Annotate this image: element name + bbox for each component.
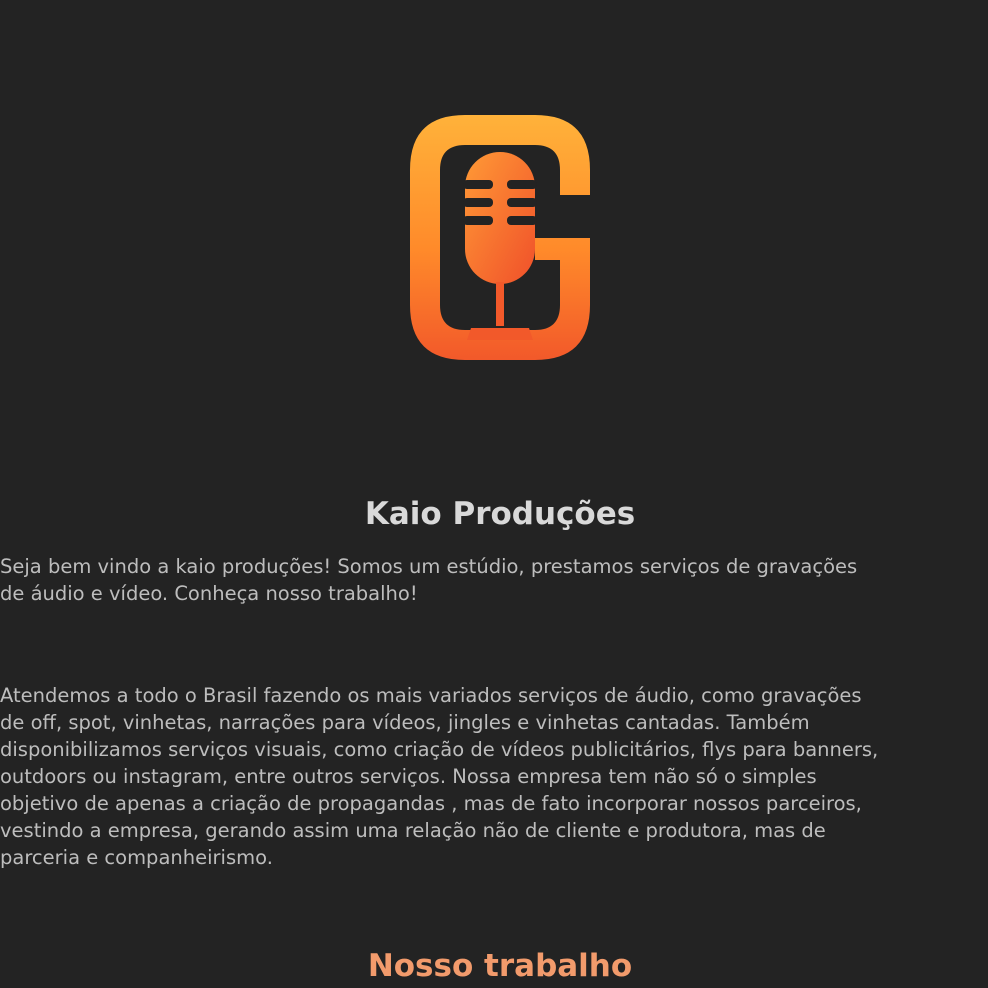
logo [405, 110, 595, 365]
intro-paragraph: Seja bem vindo a kaio produções! Somos u… [0, 553, 988, 607]
page-title: Kaio Produções [364, 496, 636, 532]
about-line: de off, spot, vinhetas, narrações para v… [0, 711, 810, 734]
about-line: disponibilizamos serviços visuais, como … [0, 738, 879, 761]
microphone-g-icon [410, 115, 590, 360]
about-line: Atendemos a todo o Brasil fazendo os mai… [0, 684, 862, 707]
about-line: objetivo de apenas a criação de propagan… [0, 792, 862, 815]
about-paragraph: Atendemos a todo o Brasil fazendo os mai… [0, 682, 988, 871]
about-line: outdoors ou instagram, entre outros serv… [0, 765, 817, 788]
intro-line: Seja bem vindo a kaio produções! Somos u… [0, 555, 858, 578]
about-line: vestindo a empresa, gerando assim uma re… [0, 819, 826, 842]
about-line: parceria e companheirismo. [0, 846, 273, 869]
intro-line: de áudio e vídeo. Conheça nosso trabalho… [0, 582, 418, 605]
section-title-nosso-trabalho: Nosso trabalho [367, 948, 633, 984]
